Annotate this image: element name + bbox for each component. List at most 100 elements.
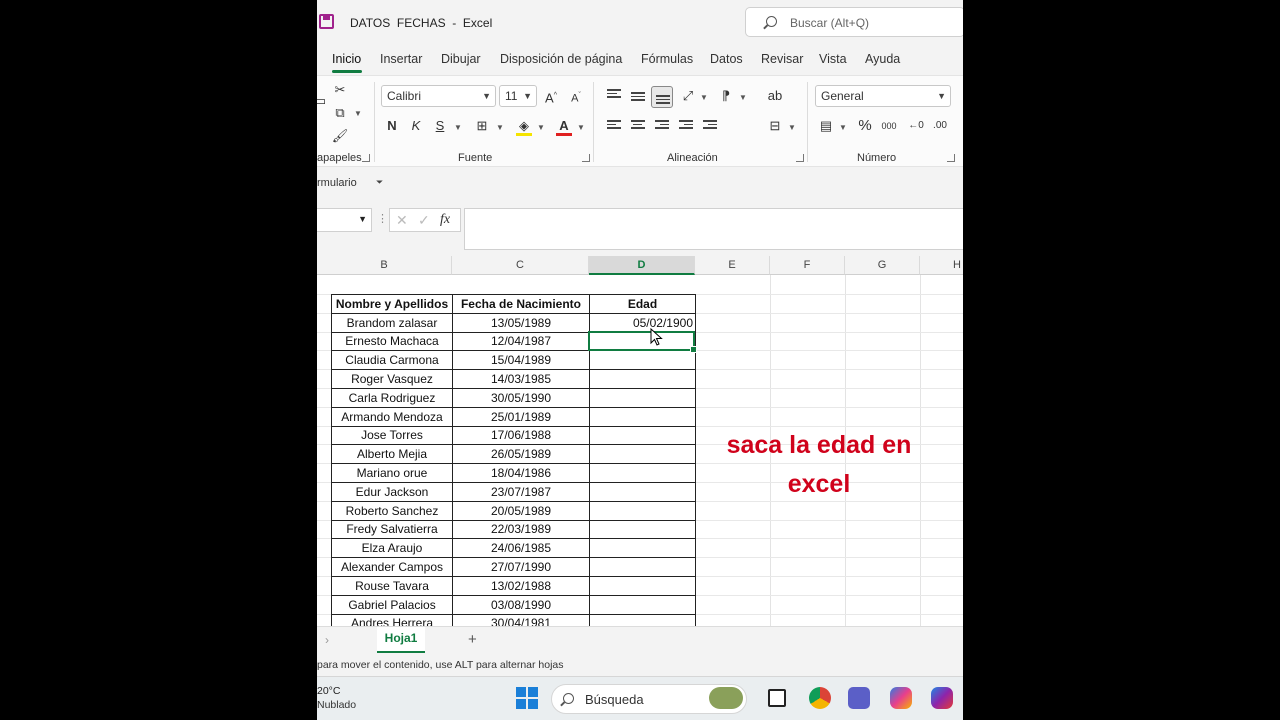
- borders-icon[interactable]: ⊞: [471, 115, 493, 137]
- chrome-icon[interactable]: [809, 687, 831, 709]
- underline-button[interactable]: S: [429, 115, 451, 137]
- qat-customize-icon[interactable]: ⏷: [376, 177, 383, 188]
- decrease-decimal-icon[interactable]: .00: [929, 115, 951, 137]
- header-fecha[interactable]: Fecha de Nacimiento: [452, 294, 590, 314]
- cell-nombre[interactable]: Alberto Mejia: [331, 444, 453, 465]
- cell-fecha[interactable]: 15/04/1989: [452, 350, 590, 371]
- fill-color-dropdown-icon[interactable]: ▼: [537, 123, 545, 132]
- cell-fecha[interactable]: 03/08/1990: [452, 594, 590, 615]
- cell-edad[interactable]: [589, 613, 696, 626]
- cell-fecha[interactable]: 25/01/1989: [452, 406, 590, 427]
- cell-edad[interactable]: [589, 387, 696, 408]
- cell-edad[interactable]: [589, 575, 696, 596]
- cell-nombre[interactable]: Alexander Campos: [331, 557, 453, 577]
- font-color-dropdown-icon[interactable]: ▼: [577, 123, 585, 132]
- cell-edad[interactable]: [589, 369, 696, 389]
- sheet-tab-hoja1[interactable]: Hoja1: [377, 627, 425, 653]
- cell-edad[interactable]: [589, 444, 696, 465]
- paragraph-dropdown-icon[interactable]: ▼: [739, 93, 747, 102]
- cell-edad[interactable]: [589, 557, 696, 577]
- cell-fecha[interactable]: 30/04/1981: [452, 613, 590, 626]
- wrap-text-icon[interactable]: ab: [764, 85, 786, 107]
- microsoft-365-icon[interactable]: [931, 687, 953, 709]
- align-bottom-icon[interactable]: [651, 86, 673, 108]
- cell-nombre[interactable]: Jose Torres: [331, 425, 453, 446]
- form-command[interactable]: rmulario: [317, 177, 357, 189]
- tab-inicio[interactable]: Inicio: [332, 52, 361, 66]
- format-painter-icon[interactable]: 🖌: [329, 125, 351, 147]
- percent-button[interactable]: %: [854, 115, 876, 137]
- accounting-dropdown-icon[interactable]: ▼: [839, 123, 847, 132]
- clipboard-launcher-icon[interactable]: [362, 154, 370, 162]
- cell-fecha[interactable]: 30/05/1990: [452, 387, 590, 408]
- cell-nombre[interactable]: Edur Jackson: [331, 481, 453, 502]
- name-box[interactable]: ▼: [317, 208, 372, 232]
- copilot-icon[interactable]: [890, 687, 912, 709]
- cell-fecha[interactable]: 24/06/1985: [452, 538, 590, 559]
- cell-nombre[interactable]: Roger Vasquez: [331, 369, 453, 389]
- weather-description[interactable]: Nublado: [317, 699, 356, 711]
- cell-edad[interactable]: [589, 481, 696, 502]
- cell-edad[interactable]: [589, 350, 696, 371]
- cell-fecha[interactable]: 22/03/1989: [452, 519, 590, 540]
- cell-edad[interactable]: [589, 519, 696, 540]
- search-box[interactable]: Buscar (Alt+Q): [745, 7, 963, 37]
- column-header-f[interactable]: F: [770, 256, 845, 275]
- tab-insertar[interactable]: Insertar: [380, 52, 422, 66]
- cell-fecha[interactable]: 20/05/1989: [452, 500, 590, 521]
- cell-edad[interactable]: [589, 594, 696, 615]
- decrease-indent-icon[interactable]: [679, 120, 693, 132]
- underline-dropdown-icon[interactable]: ▼: [454, 123, 462, 132]
- tab-dibujar[interactable]: Dibujar: [441, 52, 481, 66]
- chevron-right-icon[interactable]: ›: [325, 633, 329, 647]
- font-launcher-icon[interactable]: [582, 154, 590, 162]
- column-header-d[interactable]: D: [589, 256, 695, 275]
- borders-dropdown-icon[interactable]: ▼: [496, 123, 504, 132]
- orientation-dropdown-icon[interactable]: ▼: [700, 93, 708, 102]
- italic-button[interactable]: K: [405, 115, 427, 137]
- cell-nombre[interactable]: Rouse Tavara: [331, 575, 453, 596]
- cell-fecha[interactable]: 13/05/1989: [452, 312, 590, 333]
- copy-icon[interactable]: ⧉: [329, 102, 351, 124]
- save-icon[interactable]: [319, 14, 334, 29]
- align-right-icon[interactable]: [655, 120, 669, 132]
- cell-nombre[interactable]: Gabriel Palacios: [331, 594, 453, 615]
- cell-nombre[interactable]: Claudia Carmona: [331, 350, 453, 371]
- cell-fecha[interactable]: 26/05/1989: [452, 444, 590, 465]
- merge-dropdown-icon[interactable]: ▼: [788, 123, 796, 132]
- font-color-icon[interactable]: A: [553, 115, 575, 137]
- cell-fecha[interactable]: 27/07/1990: [452, 557, 590, 577]
- cell-fecha[interactable]: 14/03/1985: [452, 369, 590, 389]
- paragraph-direction-icon[interactable]: ⁋: [715, 85, 737, 107]
- tab-disposicion[interactable]: Disposición de página: [500, 52, 622, 66]
- column-header-e[interactable]: E: [695, 256, 770, 275]
- fill-color-icon[interactable]: ◈: [513, 115, 535, 137]
- column-header-g[interactable]: G: [845, 256, 920, 275]
- decrease-font-icon[interactable]: Aˇ: [565, 85, 587, 107]
- cell-nombre[interactable]: Fredy Salvatierra: [331, 519, 453, 540]
- header-nombre[interactable]: Nombre y Apellidos: [331, 294, 453, 314]
- cell-edad[interactable]: [589, 463, 696, 483]
- cancel-icon[interactable]: ✕: [396, 212, 408, 229]
- cell-edad[interactable]: [589, 500, 696, 521]
- align-top-icon[interactable]: [607, 89, 621, 101]
- increase-font-icon[interactable]: A^: [540, 85, 562, 107]
- accounting-format-icon[interactable]: ▤: [815, 115, 837, 137]
- weather-temperature[interactable]: 20°C: [317, 685, 340, 697]
- formula-input[interactable]: [464, 208, 963, 250]
- tab-vista[interactable]: Vista: [819, 52, 847, 66]
- align-left-icon[interactable]: [607, 120, 621, 132]
- cell-edad[interactable]: 05/02/1900: [589, 312, 696, 333]
- merge-center-icon[interactable]: ⊟: [764, 115, 786, 137]
- tab-ayuda[interactable]: Ayuda: [865, 52, 900, 66]
- font-size-select[interactable]: 11 ▼: [499, 85, 537, 107]
- cell-nombre[interactable]: Ernesto Machaca: [331, 331, 453, 352]
- cell-fecha[interactable]: 17/06/1988: [452, 425, 590, 446]
- cell-nombre[interactable]: Andres Herrera: [331, 613, 453, 626]
- task-view-icon[interactable]: [768, 689, 786, 707]
- bold-button[interactable]: N: [381, 115, 403, 137]
- copy-dropdown-icon[interactable]: ▼: [354, 109, 362, 118]
- align-center-icon[interactable]: [631, 120, 645, 132]
- cut-icon[interactable]: ✂: [329, 79, 351, 101]
- cell-edad[interactable]: [589, 406, 696, 427]
